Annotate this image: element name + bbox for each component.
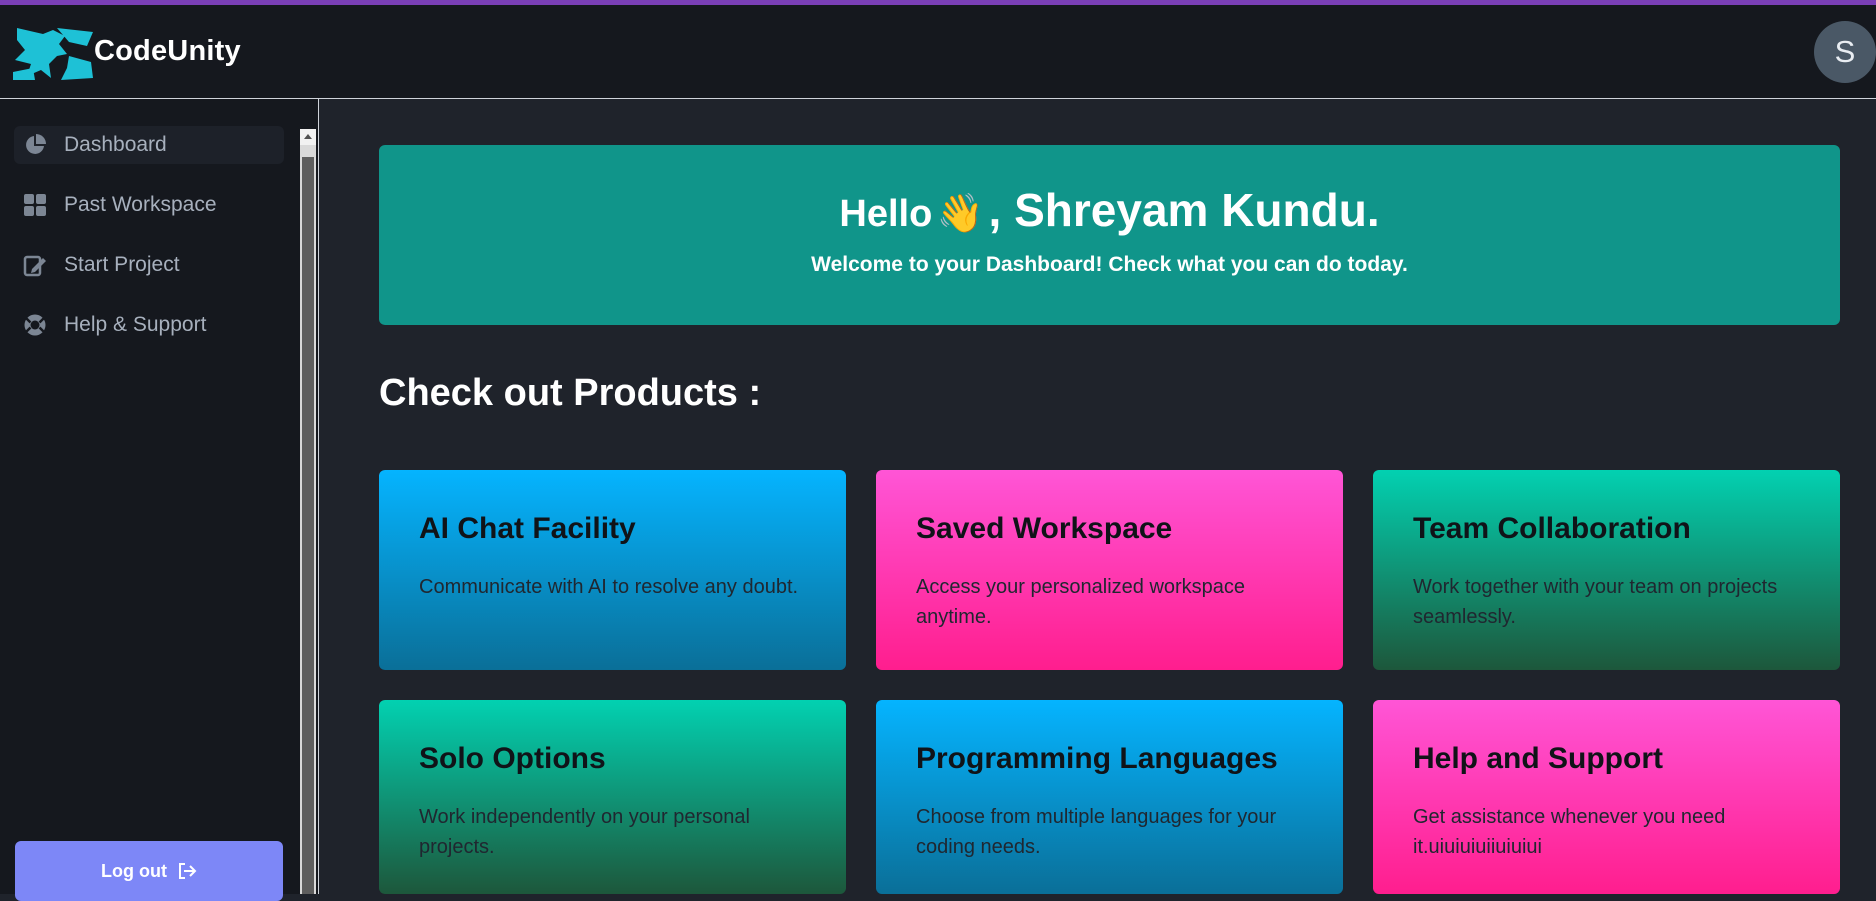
card-description: Work independently on your personal proj… [419,806,750,858]
sidebar-item-help-support[interactable]: Help & Support [14,306,284,344]
card-title: Solo Options [419,742,606,775]
scroll-thumb[interactable] [302,157,314,894]
card-description: Communicate with AI to resolve any doubt… [419,576,799,598]
card-title: Team Collaboration [1413,512,1691,545]
sidebar-item-past-workspace[interactable]: Past Workspace [14,186,284,224]
app-name[interactable]: CodeUnity [94,35,241,68]
product-card-help-support[interactable]: Help and Support Get assistance whenever… [1373,700,1840,894]
greeting-hello: Hello [839,193,933,235]
grid-icon [22,192,48,218]
sidebar-item-label: Help & Support [64,313,207,336]
logout-label: Log out [101,860,167,881]
greeting-heading: Hello 👋 , Shreyam Kundu. [379,183,1840,237]
sidebar-item-label: Past Workspace [64,193,217,216]
sidebar-item-label: Dashboard [64,133,167,156]
card-description: Access your personalized workspace anyti… [916,576,1246,628]
logout-button[interactable]: Log out [15,841,283,901]
sidebar-item-start-project[interactable]: Start Project [14,246,284,284]
sidebar-item-label: Start Project [64,253,180,276]
lifebuoy-icon [22,312,48,338]
edit-note-icon [22,252,48,278]
sidebar: Dashboard Past Workspace Start Project H… [0,99,319,901]
card-title: Programming Languages [916,742,1278,775]
waving-hand-icon: 👋 [936,191,985,235]
sidebar-item-dashboard[interactable]: Dashboard [14,126,284,164]
welcome-subtitle: Welcome to your Dashboard! Check what yo… [811,253,1408,276]
product-card-saved-workspace[interactable]: Saved Workspace Access your personalized… [876,470,1343,670]
greeting-username: , Shreyam Kundu. [988,184,1380,236]
welcome-banner: Hello 👋 , Shreyam Kundu. Welcome to your… [379,145,1840,325]
logout-icon [177,862,197,880]
sidebar-scrollbar[interactable] [300,129,316,894]
products-section-title: Check out Products : [379,372,762,414]
card-description: Work together with your team on projects… [1413,576,1778,628]
codeunity-logo-icon[interactable] [13,26,95,81]
top-header: CodeUnity S [0,5,1876,99]
card-description: Choose from multiple languages for your … [916,806,1277,858]
product-card-programming-languages[interactable]: Programming Languages Choose from multip… [876,700,1343,894]
user-avatar[interactable]: S [1814,21,1876,83]
product-card-ai-chat[interactable]: AI Chat Facility Communicate with AI to … [379,470,846,670]
card-title: AI Chat Facility [419,512,636,545]
card-title: Help and Support [1413,742,1663,775]
pie-chart-icon [22,132,48,158]
scroll-up-arrow-icon[interactable] [300,129,316,145]
product-card-solo-options[interactable]: Solo Options Work independently on your … [379,700,846,894]
card-description: Get assistance whenever you need it.uiui… [1413,806,1726,858]
product-card-team-collaboration[interactable]: Team Collaboration Work together with yo… [1373,470,1840,670]
card-title: Saved Workspace [916,512,1173,545]
